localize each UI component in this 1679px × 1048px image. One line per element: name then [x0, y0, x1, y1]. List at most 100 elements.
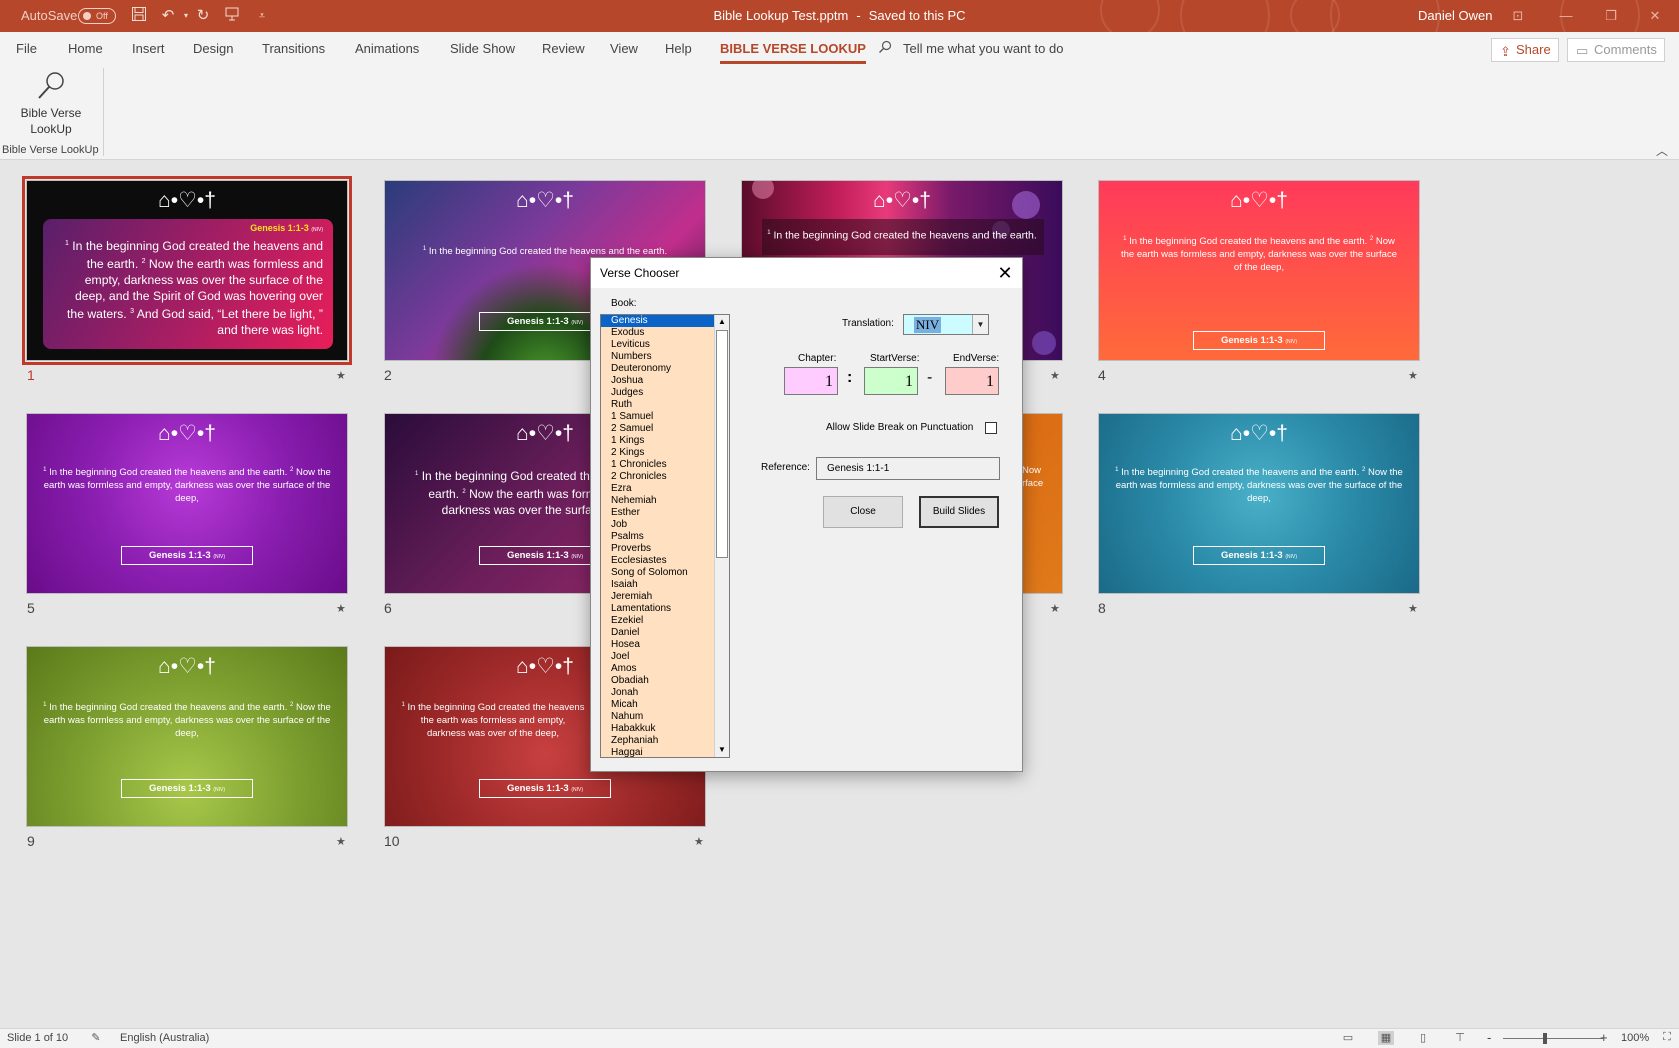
zoom-in-button[interactable]: + [1600, 1030, 1608, 1045]
zoom-slider[interactable] [1503, 1038, 1603, 1039]
book-list-item[interactable]: 2 Chronicles [601, 471, 714, 483]
user-name[interactable]: Daniel Owen [1418, 8, 1492, 23]
animation-star-icon: ★ [1050, 603, 1060, 615]
scroll-thumb[interactable] [716, 330, 728, 558]
book-list-item[interactable]: 1 Chronicles [601, 459, 714, 471]
book-list-item[interactable]: Numbers [601, 351, 714, 363]
tab-review[interactable]: Review [542, 41, 585, 56]
book-list-item[interactable]: Ezra [601, 483, 714, 495]
tab-bible-verse-lookup[interactable]: BIBLE VERSE LOOKUP [720, 41, 866, 64]
reference-text: Genesis 1:1-3 [148, 783, 211, 794]
book-listbox[interactable]: Genesis Exodus Leviticus Numbers Deuteronomy… [600, 314, 730, 758]
close-button[interactable]: Close [823, 496, 903, 528]
book-list-item[interactable]: Micah [601, 699, 714, 711]
verse-fragment: Now rface [1022, 464, 1060, 490]
book-list-item[interactable]: Psalms [601, 531, 714, 543]
punctuation-break-checkbox[interactable] [985, 422, 997, 434]
book-list-item[interactable]: Nahum [601, 711, 714, 723]
fit-to-window-icon[interactable]: ⛶ [1659, 1031, 1675, 1045]
book-list-item[interactable]: Habakkuk [601, 723, 714, 735]
slide-sorter-view-icon[interactable]: ▦ [1378, 1031, 1394, 1045]
book-list-item[interactable]: Hosea [601, 639, 714, 651]
book-list-item[interactable]: Amos [601, 663, 714, 675]
collapse-ribbon-icon[interactable]: ︿ [1656, 142, 1668, 159]
reference-field[interactable]: Genesis 1:1-1 [816, 457, 1000, 480]
book-list-item[interactable]: Song of Solomon [601, 567, 714, 579]
slide-thumbnail-5[interactable]: ⌂•♡•† 1 In the beginning God created the… [26, 413, 348, 594]
book-list-item[interactable]: Ruth [601, 399, 714, 411]
startverse-input[interactable]: 1 [864, 367, 918, 395]
spelling-check-icon[interactable]: ✎ [88, 1031, 104, 1045]
book-list-item[interactable]: 1 Samuel [601, 411, 714, 423]
scroll-up-icon[interactable]: ▲ [715, 315, 729, 329]
zoom-out-button[interactable]: - [1487, 1030, 1491, 1045]
book-list-item[interactable]: Genesis [601, 315, 714, 327]
book-list-item[interactable]: Proverbs [601, 543, 714, 555]
book-list-item[interactable]: 2 Samuel [601, 423, 714, 435]
slide-icons: ⌂•♡•† [158, 189, 216, 212]
dropdown-arrow-icon[interactable]: ▼ [972, 315, 988, 334]
tab-slide-show[interactable]: Slide Show [450, 41, 515, 56]
normal-view-icon[interactable]: ▭ [1340, 1031, 1356, 1045]
slide-thumbnail-1[interactable]: ⌂•♡•† Genesis 1:1-3 (NIV) 1 In the begin… [22, 176, 352, 365]
minimize-icon[interactable]: — [1556, 6, 1576, 26]
book-list-item[interactable]: Ecclesiastes [601, 555, 714, 567]
book-list-item[interactable]: Nehemiah [601, 495, 714, 507]
verse-text: 1 In the beginning God created the heave… [1115, 467, 1403, 505]
tab-transitions[interactable]: Transitions [262, 41, 325, 56]
book-list-item[interactable]: Judges [601, 387, 714, 399]
reading-view-icon[interactable]: ▯ [1415, 1031, 1431, 1045]
book-list-item[interactable]: Isaiah [601, 579, 714, 591]
tab-design[interactable]: Design [193, 41, 233, 56]
book-list-item[interactable]: Haggai [601, 747, 714, 757]
slideshow-view-icon[interactable]: ⊤ [1452, 1031, 1468, 1045]
tab-help[interactable]: Help [665, 41, 692, 56]
tab-file[interactable]: File [16, 41, 37, 56]
book-list-item[interactable]: 2 Kings [601, 447, 714, 459]
book-list-item[interactable]: Joshua [601, 375, 714, 387]
book-list-item[interactable]: Joel [601, 651, 714, 663]
reference-box: Genesis 1:1-3 (NIV) [121, 779, 253, 798]
restore-icon[interactable]: ❐ [1601, 6, 1621, 26]
reference-text: Genesis 1:1-3 [506, 783, 569, 794]
tab-insert[interactable]: Insert [132, 41, 165, 56]
scroll-down-icon[interactable]: ▼ [715, 743, 729, 757]
language-indicator[interactable]: English (Australia) [120, 1032, 209, 1044]
translation-dropdown[interactable]: NIV ▼ [903, 314, 989, 335]
endverse-input[interactable]: 1 [945, 367, 999, 395]
verse-2-cont: darkness was over the surface [441, 503, 605, 517]
book-list-item[interactable]: Obadiah [601, 675, 714, 687]
bible-verse-lookup-button[interactable]: Bible Verse LookUp [14, 70, 88, 142]
animation-star-icon: ★ [1408, 603, 1418, 615]
book-list-item[interactable]: Daniel [601, 627, 714, 639]
book-list-scrollbar[interactable]: ▲ ▼ [714, 315, 729, 757]
build-slides-button[interactable]: Build Slides [919, 496, 999, 528]
chapter-input[interactable]: 1 [784, 367, 838, 395]
book-list-item[interactable]: Ezekiel [601, 615, 714, 627]
slide-thumbnail-8[interactable]: ⌂•♡•† 1 In the beginning God created the… [1098, 413, 1420, 594]
book-list-item[interactable]: Lamentations [601, 603, 714, 615]
tab-home[interactable]: Home [68, 41, 103, 56]
tell-me-search[interactable]: Tell me what you want to do [903, 41, 1063, 56]
comments-button[interactable]: ▭ Comments [1567, 38, 1665, 62]
slide-thumbnail-9[interactable]: ⌂•♡•† 1 In the beginning God created the… [26, 646, 348, 827]
tab-view[interactable]: View [610, 41, 638, 56]
close-window-icon[interactable]: ✕ [1645, 6, 1665, 26]
book-list-item[interactable]: Leviticus [601, 339, 714, 351]
share-button[interactable]: ⇪ Share [1491, 38, 1559, 62]
book-list-item[interactable]: Exodus [601, 327, 714, 339]
zoom-slider-thumb[interactable] [1543, 1033, 1547, 1044]
book-list-item[interactable]: Jeremiah [601, 591, 714, 603]
tab-animations[interactable]: Animations [355, 41, 419, 56]
book-list-item[interactable]: Jonah [601, 687, 714, 699]
dialog-close-icon[interactable]: ✕ [994, 262, 1016, 284]
book-list-item[interactable]: Zephaniah [601, 735, 714, 747]
book-list-item[interactable]: 1 Kings [601, 435, 714, 447]
book-list-item[interactable]: Job [601, 519, 714, 531]
zoom-level[interactable]: 100% [1621, 1032, 1649, 1044]
slide-thumbnail-4[interactable]: ⌂•♡•† 1 In the beginning God created the… [1098, 180, 1420, 361]
ribbon-display-options-icon[interactable]: ⊡ [1508, 6, 1528, 26]
verse-text: 1 In the beginning God created the heave… [43, 467, 331, 505]
book-list-item[interactable]: Deuteronomy [601, 363, 714, 375]
book-list-item[interactable]: Esther [601, 507, 714, 519]
